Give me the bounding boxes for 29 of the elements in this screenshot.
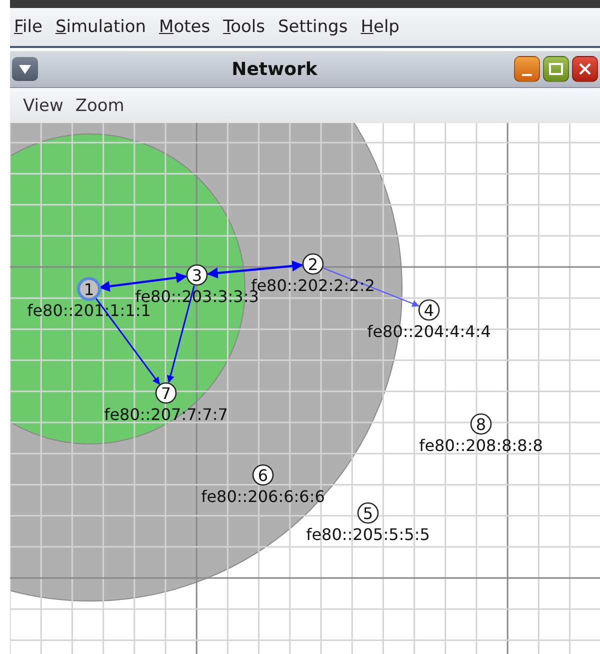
maximize-icon [549,63,563,75]
minimize-button[interactable] [514,56,540,82]
menu-item[interactable]: Settings [278,17,348,37]
menu-item[interactable]: File [14,17,42,37]
mote-address: fe80::205:5:5:5 [306,525,430,544]
mote-node[interactable]: 6 [252,464,274,486]
mote-address: fe80::204:4:4:4 [367,322,491,341]
mote-address: fe80::206:6:6:6 [201,487,325,506]
mote-address: fe80::208:8:8:8 [419,436,543,455]
menu-item[interactable]: Motes [159,17,210,37]
mote-node[interactable]: 5 [357,502,379,524]
window-menu-button[interactable] [12,57,38,81]
window-title: Network [230,58,318,80]
close-icon [579,63,591,75]
menu-item[interactable]: View [23,96,64,116]
menu-item[interactable]: Simulation [55,17,146,37]
menu-item[interactable]: Help [360,17,400,37]
mote-node[interactable]: 2 [302,253,324,275]
mote-node[interactable]: 8 [470,413,492,435]
mote-node[interactable]: 1 [77,277,101,301]
mote-node[interactable]: 3 [186,264,208,286]
mote-node[interactable]: 7 [155,382,177,404]
mote-node[interactable]: 4 [418,299,440,321]
menu-item[interactable]: Zoom [75,96,124,116]
minimize-icon [522,74,532,76]
caret-icon [19,64,31,74]
menu-item[interactable]: Tools [223,17,265,37]
close-button[interactable] [572,56,598,82]
maximize-button[interactable] [543,56,569,82]
